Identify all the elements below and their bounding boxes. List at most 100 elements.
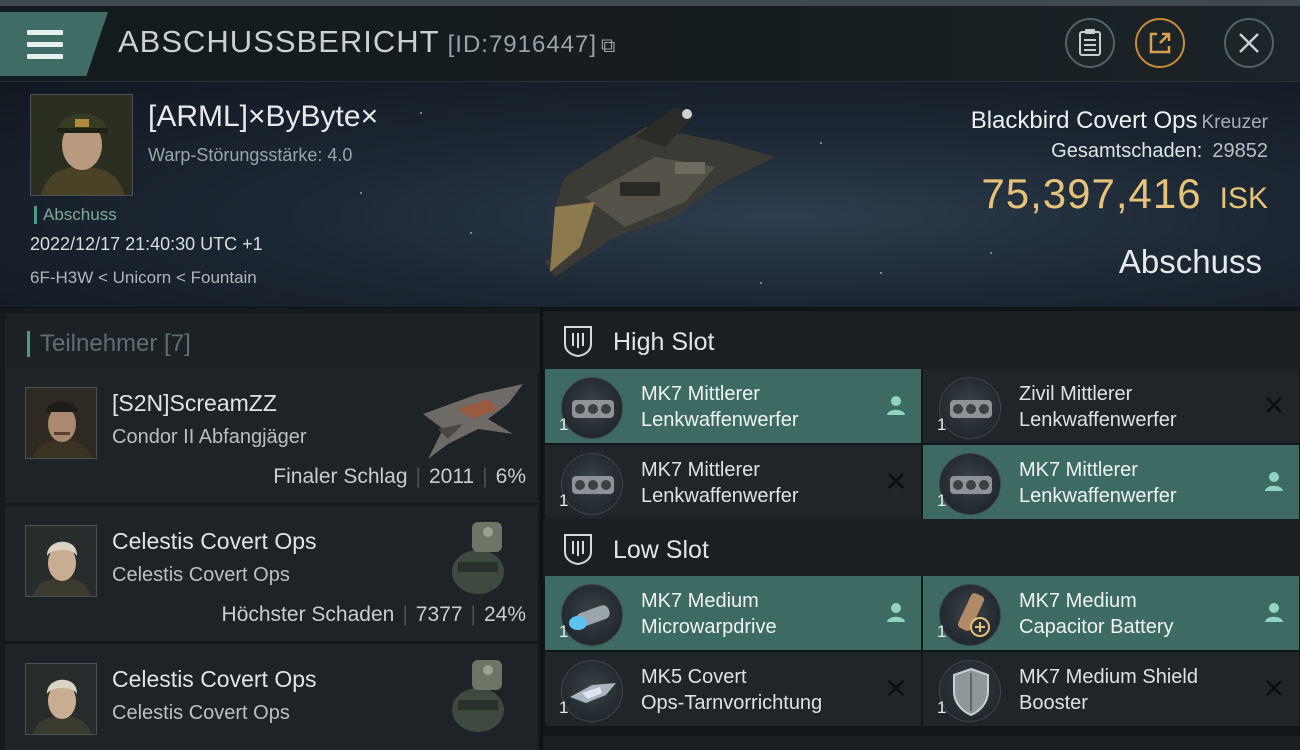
module-quantity: 1 [559,415,569,434]
page-title-text: ABSCHUSSBERICHT [118,24,440,59]
participant-ship-image [452,660,504,732]
participant-card[interactable]: [S2N]ScreamZZ Condor II Abfangjäger Fina… [5,368,538,504]
module-name-line2: Lenkwaffenwerfer [641,485,799,507]
isk-unit: ISK [1219,182,1268,215]
module-name-line2: Capacitor Battery [1019,616,1174,638]
share-icon [1149,32,1171,54]
microwarpdrive-icon [561,584,623,646]
participant-name: Celestis Covert Ops [112,666,317,692]
participant-stats: Höchster Schaden | 7377 | 24% [222,603,526,627]
shield-booster-icon [939,660,1001,722]
header-bar: ABSCHUSSBERICHT [ID:7916447] ⧉ [0,6,1300,82]
kill-result: Abschuss [1118,243,1262,280]
participant-name: Celestis Covert Ops [112,528,317,554]
module-name-line1: Zivil Mittlerer [1019,383,1133,405]
missile-launcher-icon-art [950,476,992,494]
module-name: MK7 Medium Microwarpdrive [641,588,871,640]
total-damage-value: 29852 [1212,140,1268,162]
module-item[interactable]: 1 MK5 Covert Ops-Tarnvorrichtung [545,652,921,726]
stat-separator: | [402,603,408,626]
star [360,192,362,194]
participant-stats: Finaler Schlag | 2011 | 6% [273,465,526,489]
missile-launcher-icon [939,377,1001,439]
module-quantity: 1 [937,491,947,510]
pilot-avatar [26,664,96,734]
participant-ship: Celestis Covert Ops [112,702,290,724]
kill-datetime: 2022/12/17 21:40:30 UTC +1 [30,234,263,254]
person-icon [1265,472,1283,491]
x-icon [1266,680,1282,696]
x-icon [1266,397,1282,413]
module-name-line1: MK7 Medium Shield [1019,666,1198,688]
module-name: MK7 Mittlerer Lenkwaffenwerfer [641,381,871,433]
person-icon [887,603,905,622]
missile-launcher-icon-art [572,400,614,418]
module-quantity: 1 [559,622,569,641]
module-name-line2: Lenkwaffenwerfer [1019,485,1177,507]
module-name-line2: Booster [1019,692,1088,714]
stat-separator: | [470,603,476,626]
x-icon [888,473,904,489]
capacitor-battery-icon-art [957,593,990,637]
microwarpdrive-icon-art [569,605,610,630]
participant-ship-image [452,522,504,594]
pilot-avatar [26,526,96,596]
kill-summary: [ARML]×ByByte× Warp-Störungsstärke: 4.0 … [0,82,1300,307]
clipboard-button[interactable] [1065,18,1115,68]
module-name-line2: Lenkwaffenwerfer [641,409,799,431]
module-name-line1: MK5 Covert [641,666,747,688]
participant-ship: Celestis Covert Ops [112,564,290,586]
participant-portrait [25,663,97,735]
page-title: ABSCHUSSBERICHT [ID:7916447] ⧉ [118,24,616,60]
module-name: Zivil Mittlerer Lenkwaffenwerfer [1019,381,1249,433]
module-item[interactable]: 1 MK7 Medium Capacitor Battery [923,576,1299,650]
star [990,252,992,254]
module-quantity: 1 [937,622,947,641]
module-item[interactable]: 1 MK7 Mittlerer Lenkwaffenwerfer [545,445,921,519]
victim-pilot-name[interactable]: [ARML]×ByByte× [148,100,378,134]
x-icon [888,680,904,696]
high-slot-title: High Slot [613,328,715,356]
module-item[interactable]: 1 MK7 Mittlerer Lenkwaffenwerfer [545,369,921,443]
warp-strength: Warp-Störungsstärke: 4.0 [148,145,353,165]
victim-portrait[interactable] [30,94,133,196]
module-name-line1: MK7 Mittlerer [641,383,760,405]
kill-location[interactable]: 6F-H3W < Unicorn < Fountain [30,268,257,288]
victim-ship[interactable]: Blackbird Covert Ops Kreuzer [971,107,1268,135]
module-name-line1: MK7 Medium [641,590,759,612]
participant-portrait [25,387,97,459]
module-name-line2: Microwarpdrive [641,616,777,638]
victim-ship-image [545,107,775,277]
star [470,232,472,234]
star [420,112,422,114]
module-item[interactable]: 1 MK7 Medium Shield Booster [923,652,1299,726]
copy-id-icon[interactable]: ⧉ [601,35,616,57]
module-item[interactable]: 1 MK7 Mittlerer Lenkwaffenwerfer [923,445,1299,519]
close-button[interactable] [1224,18,1274,68]
participant-card[interactable]: Celestis Covert Ops Celestis Covert Ops … [5,506,538,642]
clipboard-icon [1079,29,1101,56]
menu-button[interactable] [0,12,108,76]
participants-header[interactable]: Teilnehmer [7] [5,313,540,373]
cloaking-device-icon [561,660,623,722]
person-icon [1265,603,1283,622]
total-damage-label: Gesamtschaden: [1051,140,1203,162]
high-slot-header: High Slot [543,311,1300,371]
module-quantity: 1 [937,698,947,717]
fitting-panel: High Slot 1 MK7 Mittlerer Lenkwaffenwerf… [543,308,1300,750]
participant-ship-image [423,384,523,459]
module-name: MK7 Mittlerer Lenkwaffenwerfer [641,457,871,509]
low-slot-title: Low Slot [613,536,709,564]
module-quantity: 1 [559,698,569,717]
participant-card[interactable]: Celestis Covert Ops Celestis Covert Ops [5,644,538,750]
share-button[interactable] [1135,18,1185,68]
participants-panel: Teilnehmer [7] [S2N]ScreamZZ Condor II A… [0,308,540,750]
module-item[interactable]: 1 MK7 Medium Microwarpdrive [545,576,921,650]
isk-value-row: 75,397,416 ISK [981,170,1268,218]
participant-damage: 2011 [429,465,475,488]
capacitor-battery-icon [939,584,1001,646]
module-item[interactable]: 1 Zivil Mittlerer Lenkwaffenwerfer [923,369,1299,443]
missile-launcher-icon [561,377,623,439]
star [820,142,822,144]
missile-launcher-icon [561,453,623,515]
